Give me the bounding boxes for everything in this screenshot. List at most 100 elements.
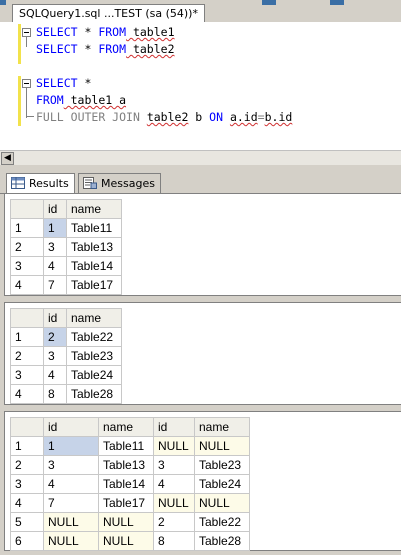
table-row[interactable]: 2 3 Table23 [10,346,122,366]
grid-cell[interactable]: 1 [43,436,99,456]
grid-cell[interactable]: 4 [153,474,195,494]
table-name: table2 [126,42,175,56]
column-header[interactable]: name [194,417,250,437]
grid-cell[interactable]: Table28 [66,384,122,404]
scroll-left-icon[interactable]: ◀ [1,152,14,165]
table-row[interactable]: 3 4 Table14 [10,256,122,276]
grid-cell[interactable]: Table17 [66,275,122,295]
grid-cell[interactable]: NULL [98,531,154,551]
grid-cell[interactable]: NULL [43,512,99,532]
row-number[interactable]: 2 [10,237,44,257]
grid-cell[interactable]: Table23 [66,346,122,366]
result-grid-3[interactable]: id name id name 1 1 Table11 NULL NULL 2 … [10,417,250,551]
grid-cell[interactable]: Table24 [66,365,122,385]
grid-cell[interactable]: 4 [43,365,67,385]
grid-cell[interactable]: 7 [43,275,67,295]
row-number[interactable]: 2 [10,346,44,366]
table-row[interactable]: 2 3 Table13 [10,237,122,257]
code-line-4[interactable]: FROM table1 a [36,92,126,108]
row-number[interactable]: 3 [10,365,44,385]
grid-cell[interactable]: Table13 [66,237,122,257]
column-header[interactable]: name [66,199,122,219]
result-grid-1[interactable]: id name 1 1 Table11 2 3 Table13 3 4 Tabl… [10,199,122,295]
table-row[interactable]: 1 1 Table11 NULL NULL [10,436,250,456]
code-text: * [77,42,99,56]
row-number[interactable]: 4 [10,493,44,513]
table-row[interactable]: 1 1 Table11 [10,218,122,238]
corner-cell[interactable] [10,308,44,328]
editor-horizontal-scrollbar[interactable]: ◀ [0,150,401,166]
query-document-tab[interactable]: SQLQuery1.sql ...TEST (sa (54))* [12,4,205,23]
column-header[interactable]: id [153,417,195,437]
collapse-icon[interactable] [22,79,31,88]
table-row[interactable]: 5 NULL NULL 2 Table22 [10,512,250,532]
code-line-5[interactable]: FULL OUTER JOIN table2 b ON a.id=b.id [36,109,292,125]
grid-cell[interactable]: NULL [153,436,195,456]
sql-editor[interactable]: SELECT * FROM table1 SELECT * FROM table… [0,22,401,150]
row-number[interactable]: 6 [10,531,44,551]
grid-cell[interactable]: Table14 [98,474,154,494]
grid-cell[interactable]: NULL [98,512,154,532]
grid-cell[interactable]: 8 [153,531,195,551]
splitter[interactable] [0,165,401,173]
grid-cell[interactable]: Table22 [194,512,250,532]
grid-cell[interactable]: 7 [43,493,99,513]
grid-cell[interactable]: NULL [43,531,99,551]
grid-cell[interactable]: 2 [153,512,195,532]
grid-cell[interactable]: 4 [43,474,99,494]
grid-cell[interactable]: NULL [194,436,250,456]
grid-cell[interactable]: 4 [43,256,67,276]
tab-messages[interactable]: Messages [78,173,161,193]
grid-cell[interactable]: Table28 [194,531,250,551]
corner-cell[interactable] [10,417,44,437]
grid-cell[interactable]: 8 [43,384,67,404]
row-number[interactable]: 2 [10,455,44,475]
row-number[interactable]: 3 [10,474,44,494]
grid-cell[interactable]: 2 [43,327,67,347]
keyword-select: SELECT [36,25,78,39]
row-number[interactable]: 1 [10,218,44,238]
tab-results[interactable]: Results [6,173,75,194]
grid-cell[interactable]: Table24 [194,474,250,494]
grid-cell[interactable]: Table23 [194,455,250,475]
grid-cell[interactable]: NULL [194,493,250,513]
grid-cell[interactable]: Table17 [98,493,154,513]
column-header[interactable]: id [43,417,99,437]
grid-cell[interactable]: 3 [153,455,195,475]
table-row[interactable]: 4 8 Table28 [10,384,122,404]
table-row[interactable]: 2 3 Table13 3 Table23 [10,455,250,475]
table-row[interactable]: 3 4 Table14 4 Table24 [10,474,250,494]
operator-equals: = [257,110,265,124]
corner-cell[interactable] [10,199,44,219]
collapse-icon[interactable] [22,28,31,37]
row-number[interactable]: 5 [10,512,44,532]
row-number[interactable]: 3 [10,256,44,276]
row-number[interactable]: 1 [10,436,44,456]
grid-cell[interactable]: NULL [153,493,195,513]
row-number[interactable]: 1 [10,327,44,347]
grid-cell[interactable]: 3 [43,237,67,257]
grid-cell[interactable]: Table14 [66,256,122,276]
grid-cell[interactable]: Table22 [66,327,122,347]
table-row[interactable]: 3 4 Table24 [10,365,122,385]
code-line-1[interactable]: SELECT * FROM table1 [36,24,175,40]
grid-cell[interactable]: Table13 [98,455,154,475]
column-header[interactable]: name [66,308,122,328]
grid-cell[interactable]: Table11 [98,436,154,456]
table-row[interactable]: 6 NULL NULL 8 Table28 [10,531,250,551]
grid-cell[interactable]: 1 [43,218,67,238]
table-row[interactable]: 4 7 Table17 [10,275,122,295]
row-number[interactable]: 4 [10,384,44,404]
column-header[interactable]: id [43,199,67,219]
result-grid-2[interactable]: id name 1 2 Table22 2 3 Table23 3 4 Tabl… [10,308,122,404]
grid-cell[interactable]: Table11 [66,218,122,238]
column-header[interactable]: id [43,308,67,328]
row-number[interactable]: 4 [10,275,44,295]
code-line-2[interactable]: SELECT * FROM table2 [36,41,175,57]
table-row[interactable]: 1 2 Table22 [10,327,122,347]
code-line-3[interactable]: SELECT * [36,75,91,91]
column-header[interactable]: name [98,417,154,437]
grid-cell[interactable]: 3 [43,346,67,366]
table-row[interactable]: 4 7 Table17 NULL NULL [10,493,250,513]
grid-cell[interactable]: 3 [43,455,99,475]
